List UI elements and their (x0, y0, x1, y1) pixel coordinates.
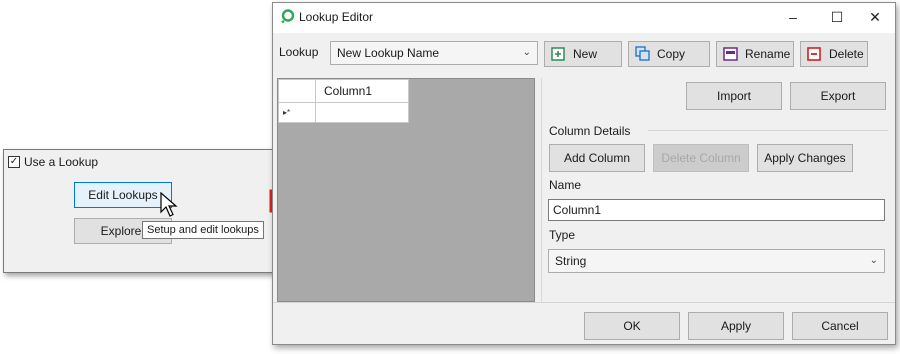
use-lookup-checkbox[interactable]: ✓ (8, 156, 20, 168)
app-logo-icon (281, 9, 295, 23)
grid-column-header[interactable]: Column1 (315, 79, 409, 103)
delete-button-label: Delete (829, 47, 864, 61)
rename-button[interactable]: Rename (716, 41, 794, 67)
column-details-label: Column Details (549, 124, 631, 138)
close-button[interactable]: ✕ (860, 4, 890, 30)
grid-corner-cell (278, 79, 316, 103)
edit-lookups-tooltip: Setup and edit lookups (142, 221, 264, 239)
type-label: Type (549, 228, 576, 242)
name-label: Name (549, 178, 582, 192)
lookup-select-value: New Lookup Name (337, 46, 440, 60)
type-select[interactable]: String ⌄ (548, 249, 885, 273)
copy-button-label: Copy (657, 47, 686, 61)
chevron-down-icon: ⌄ (522, 47, 531, 58)
rename-button-label: Rename (745, 47, 791, 61)
minimize-button[interactable]: – (778, 4, 808, 30)
chevron-down-icon: ⌄ (869, 255, 878, 266)
cancel-button[interactable]: Cancel (792, 312, 888, 340)
grid-new-row-marker: ▸* (278, 102, 316, 123)
footer-divider (273, 302, 895, 303)
apply-changes-button[interactable]: Apply Changes (757, 144, 853, 172)
type-select-value: String (555, 254, 587, 268)
delete-icon (807, 47, 821, 61)
delete-column-button[interactable]: Delete Column (653, 144, 749, 172)
vertical-divider (541, 78, 542, 302)
lookup-select[interactable]: New Lookup Name ⌄ (330, 41, 538, 65)
new-button-label: New (573, 47, 598, 61)
import-button[interactable]: Import (686, 82, 782, 110)
delete-button[interactable]: Delete (800, 41, 868, 67)
copy-button[interactable]: Copy (628, 41, 710, 67)
apply-button[interactable]: Apply (688, 312, 784, 340)
new-button[interactable]: New (544, 41, 622, 67)
copy-icon (635, 46, 650, 61)
ok-button[interactable]: OK (584, 312, 680, 340)
mouse-cursor-icon (160, 192, 178, 217)
maximize-button[interactable]: ☐ (822, 4, 852, 30)
use-lookup-label: Use a Lookup (24, 155, 99, 169)
grid-new-row-cell[interactable] (315, 102, 409, 123)
export-button[interactable]: Export (790, 82, 886, 110)
new-icon (551, 47, 565, 61)
name-field[interactable]: Column1 (548, 199, 885, 221)
lookup-label: Lookup (279, 45, 319, 59)
rename-icon (723, 47, 738, 61)
add-column-button[interactable]: Add Column (549, 144, 645, 172)
edit-lookups-button[interactable]: Edit Lookups (74, 182, 172, 208)
window-title: Lookup Editor (299, 10, 374, 24)
column-details-divider (648, 130, 888, 131)
